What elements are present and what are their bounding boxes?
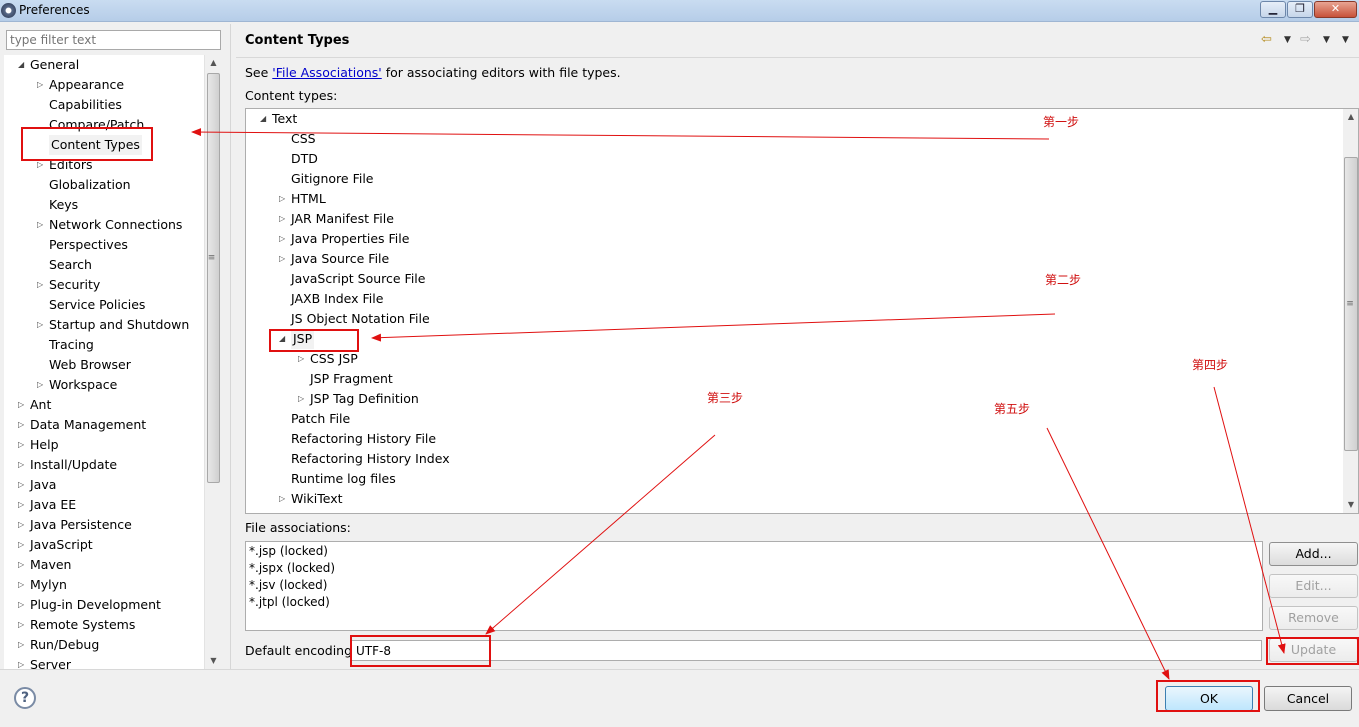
arrow-step-5 bbox=[1046, 427, 1170, 680]
arrow-step-1 bbox=[191, 128, 1050, 140]
arrow-step-2 bbox=[371, 313, 1056, 342]
arrow-step-3 bbox=[485, 434, 716, 635]
arrow-step-4 bbox=[1213, 386, 1286, 654]
annotation-arrows bbox=[191, 128, 1286, 680]
